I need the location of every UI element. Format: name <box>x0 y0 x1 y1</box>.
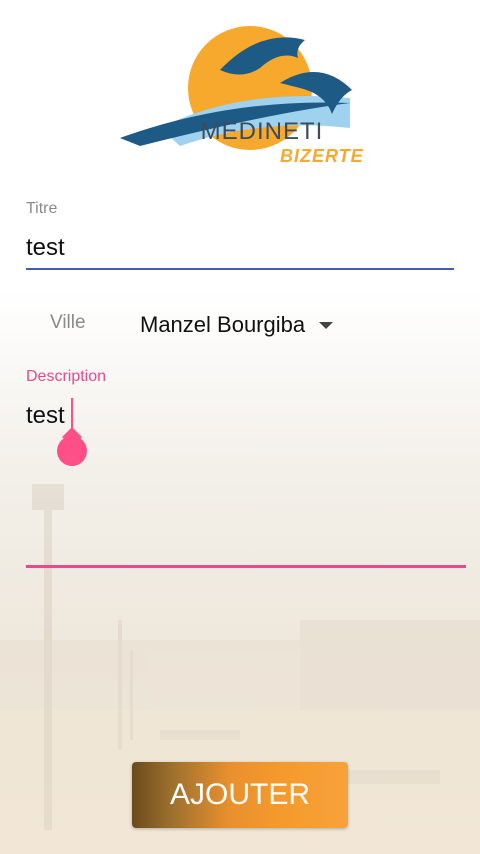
screen: MEDINETI BIZERTE Titre test Ville Manzel… <box>0 0 480 854</box>
logo-subtitle: BIZERTE <box>280 146 364 166</box>
description-label: Description <box>26 368 107 385</box>
ville-dropdown[interactable]: Manzel Bourgiba <box>140 312 334 338</box>
text-cursor-handle[interactable] <box>57 436 87 466</box>
ville-label: Ville <box>50 312 86 333</box>
titre-label: Titre <box>26 200 58 217</box>
lamp-post <box>118 620 122 750</box>
dropdown-arrow-icon <box>319 321 334 329</box>
description-underline <box>26 565 466 568</box>
logo-title: MEDINETI <box>200 118 324 145</box>
ajouter-button[interactable]: AJOUTER <box>132 762 348 828</box>
building <box>150 650 300 710</box>
ville-selected-value: Manzel Bourgiba <box>140 312 306 337</box>
description-input[interactable]: test <box>26 402 65 430</box>
lamp-post <box>130 650 133 740</box>
titre-input[interactable]: test <box>26 234 65 262</box>
boat <box>160 730 240 740</box>
lamp-post <box>44 500 52 830</box>
ajouter-button-label: AJOUTER <box>169 778 310 811</box>
building <box>300 620 480 710</box>
lamp-head <box>32 484 64 510</box>
titre-underline <box>26 268 454 270</box>
